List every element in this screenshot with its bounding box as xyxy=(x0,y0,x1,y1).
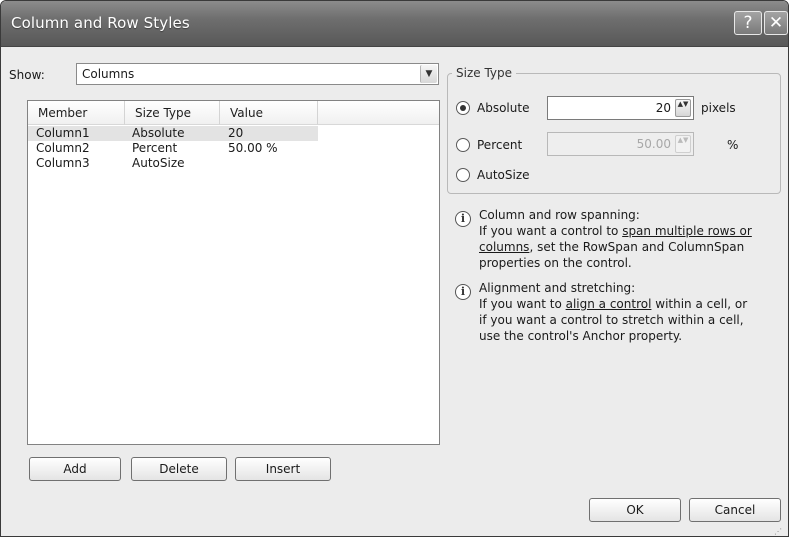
info-icon: i xyxy=(455,284,471,300)
align-a-control-link[interactable]: align a control xyxy=(566,297,652,311)
row-value: 50.00 % xyxy=(228,141,278,155)
close-icon: ✕ xyxy=(768,13,784,33)
list-header: Member Size Type Value xyxy=(28,101,439,125)
span-multiple-rows-link[interactable]: span multiple rows or xyxy=(622,224,752,238)
column-header-filler xyxy=(318,101,439,125)
spanning-help-text: Column and row spanning: If you want a c… xyxy=(479,207,788,271)
list-row-column3[interactable]: Column3 AutoSize xyxy=(28,156,318,171)
percent-radio-label[interactable]: Percent xyxy=(477,138,522,152)
alignment-text-pre: If you want to xyxy=(479,297,566,311)
alignment-line4: use the control's Anchor property. xyxy=(479,329,683,343)
spanning-line4: properties on the control. xyxy=(479,256,632,270)
show-label: Show: xyxy=(9,68,45,82)
dialog-title: Column and Row Styles xyxy=(11,14,190,32)
autosize-radio[interactable] xyxy=(456,168,470,182)
spinner-arrows-icon[interactable]: ▲▼ xyxy=(675,99,691,117)
column-header-value[interactable]: Value xyxy=(220,101,318,125)
spinner-arrows-icon: ▲▼ xyxy=(675,135,691,153)
show-dropdown-value: Columns xyxy=(82,67,135,81)
delete-button[interactable]: Delete xyxy=(131,457,227,481)
styles-list[interactable]: Member Size Type Value Column1 Absolute … xyxy=(27,100,440,445)
size-type-legend: Size Type xyxy=(452,66,517,80)
list-row-column1[interactable]: Column1 Absolute 20 xyxy=(28,126,318,141)
absolute-value: 20 xyxy=(655,101,671,115)
row-member: Column3 xyxy=(36,156,90,170)
absolute-radio[interactable] xyxy=(456,101,470,115)
dialog-window: Column and Row Styles ? ✕ Show: Columns … xyxy=(0,0,789,537)
spanning-heading: Column and row spanning: xyxy=(479,208,640,222)
alignment-help-text: Alignment and stretching: If you want to… xyxy=(479,280,788,344)
spanning-line3: columns, set the RowSpan and ColumnSpan xyxy=(479,239,788,255)
dialog-client-area: Show: Columns ▼ Member Size Type Value C… xyxy=(9,48,784,536)
spanning-text-pre: If you want a control to xyxy=(479,224,623,238)
columns-link[interactable]: columns xyxy=(479,240,529,254)
row-value: 20 xyxy=(228,126,244,140)
close-button[interactable]: ✕ xyxy=(764,11,788,35)
title-bar[interactable]: Column and Row Styles ? ✕ xyxy=(1,1,788,47)
spanning-line2: If you want a control to span multiple r… xyxy=(479,223,788,239)
add-button[interactable]: Add xyxy=(29,457,121,481)
resize-grip-icon[interactable]: ⋰ xyxy=(774,527,782,536)
insert-button[interactable]: Insert xyxy=(235,457,331,481)
show-dropdown[interactable]: Columns ▼ xyxy=(76,63,439,85)
row-size-type: Absolute xyxy=(132,126,185,140)
column-header-size-type[interactable]: Size Type xyxy=(125,101,220,125)
ok-button[interactable]: OK xyxy=(589,498,681,522)
column-header-member[interactable]: Member xyxy=(28,101,125,125)
row-size-type: Percent xyxy=(132,141,178,155)
row-member: Column2 xyxy=(36,141,90,155)
alignment-heading: Alignment and stretching: xyxy=(479,281,636,295)
row-member: Column1 xyxy=(36,126,90,140)
alignment-text-post: within a cell, or xyxy=(651,297,748,311)
percent-value-input: 50.00 ▲▼ xyxy=(547,132,694,156)
absolute-value-input[interactable]: 20 ▲▼ xyxy=(547,96,694,120)
row-size-type: AutoSize xyxy=(132,156,185,170)
absolute-unit-label: pixels xyxy=(701,101,736,115)
help-icon: ? xyxy=(743,13,753,33)
percent-value: 50.00 xyxy=(636,137,671,151)
percent-unit-label: % xyxy=(727,138,739,152)
radio-selected-dot xyxy=(460,105,466,111)
alignment-line2: If you want to align a control within a … xyxy=(479,296,788,312)
absolute-radio-label[interactable]: Absolute xyxy=(477,101,529,115)
spanning-text-post: , set the RowSpan and ColumnSpan xyxy=(529,240,745,254)
info-icon: i xyxy=(455,211,471,227)
cancel-button[interactable]: Cancel xyxy=(689,498,781,522)
list-row-column2[interactable]: Column2 Percent 50.00 % xyxy=(28,141,318,156)
percent-radio[interactable] xyxy=(456,138,470,152)
alignment-line3: if you want a control to stretch within … xyxy=(479,313,744,327)
help-button[interactable]: ? xyxy=(734,11,762,35)
autosize-radio-label[interactable]: AutoSize xyxy=(477,168,530,182)
chevron-down-icon[interactable]: ▼ xyxy=(420,65,437,83)
